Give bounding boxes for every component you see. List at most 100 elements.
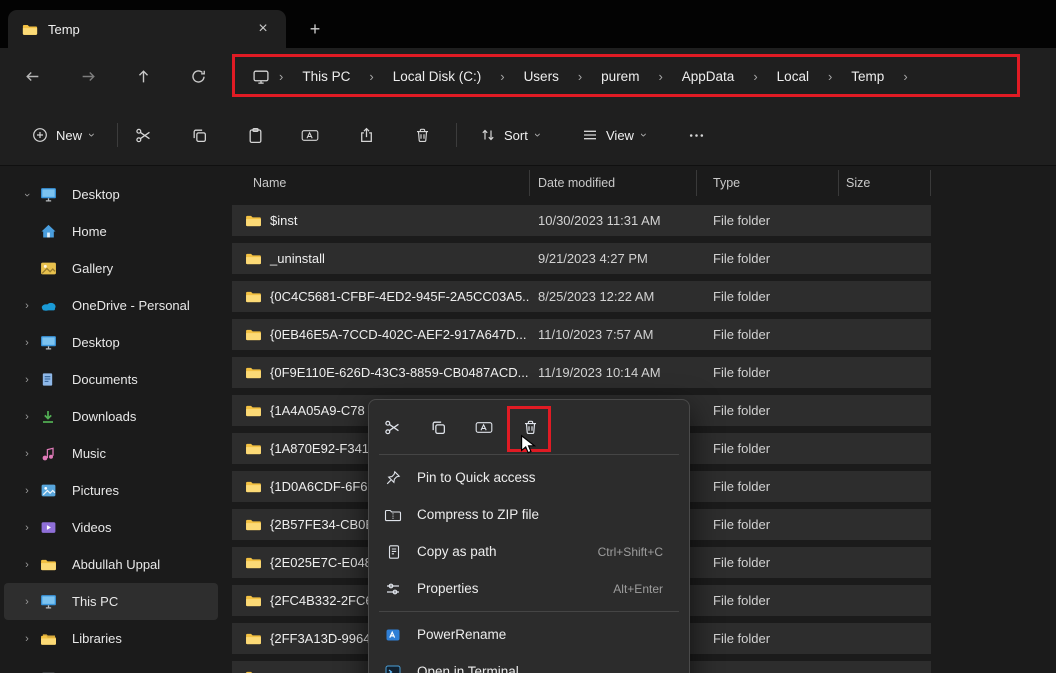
chevron-right-icon[interactable]: › (14, 559, 40, 571)
view-button[interactable]: View › (572, 118, 656, 152)
new-tab-button[interactable]: + (302, 16, 328, 42)
sidebar-item-label: Abdullah Uppal (72, 557, 161, 572)
file-name: {0F9E110E-626D-43C3-8859-CB0487ACD... (270, 365, 529, 380)
chevron-right-icon[interactable]: › (14, 374, 40, 386)
column-header-name[interactable]: Name (232, 170, 530, 196)
chevron-right-icon[interactable]: › (14, 485, 40, 497)
file-row[interactable]: $inst 10/30/2023 11:31 AM File folder (232, 205, 931, 236)
sidebar-item-music[interactable]: › Music (4, 435, 218, 472)
sidebar-item-libraries[interactable]: › Libraries (4, 620, 218, 657)
chevron-down-icon[interactable]: › (21, 182, 33, 208)
file-row[interactable]: _uninstall 9/21/2023 4:27 PM File folder (232, 243, 931, 274)
sidebar-item-label: Downloads (72, 409, 137, 424)
chevron-right-icon[interactable]: › (14, 448, 40, 460)
up-button[interactable] (123, 56, 163, 96)
sidebar-item-desktop[interactable]: › Desktop (4, 176, 218, 213)
chevron-down-icon: › (85, 133, 100, 137)
chevron-right-icon[interactable]: › (14, 411, 40, 423)
cut-icon-button[interactable] (373, 408, 411, 446)
navigation-pane: › Desktop Home Gallery › OneDrive - Pers… (0, 166, 222, 673)
sidebar-item-this-pc[interactable]: › This PC (4, 583, 218, 620)
rename-icon-button[interactable] (465, 408, 503, 446)
file-row[interactable]: {0C4C5681-CFBF-4ED2-945F-2A5CC03A5... 8/… (232, 281, 931, 312)
sidebar-item-label: This PC (72, 594, 119, 609)
tab-temp[interactable]: Temp × (8, 10, 286, 48)
context-menu-item-properties[interactable]: Properties Alt+Enter (369, 570, 689, 607)
rename-button[interactable] (290, 115, 330, 155)
sidebar-item-partial[interactable]: › (4, 657, 218, 673)
desktop-icon (40, 186, 60, 203)
file-date-modified: 11/10/2023 7:57 AM (538, 327, 654, 342)
chevron-right-icon[interactable]: › (14, 633, 40, 645)
copy-icon-button[interactable] (419, 408, 457, 446)
copy-button[interactable] (179, 115, 219, 155)
view-button-label: View (606, 127, 634, 143)
new-button[interactable]: New › (22, 118, 104, 152)
music-icon (40, 446, 60, 462)
file-row[interactable]: {0F9E110E-626D-43C3-8859-CB0487ACD... 11… (232, 357, 931, 388)
column-header-type[interactable]: Type (697, 170, 839, 196)
paste-button[interactable] (235, 115, 275, 155)
sidebar-item-label: Desktop (72, 187, 120, 202)
forward-button[interactable] (68, 56, 108, 96)
column-header-date-modified[interactable]: Date modified (530, 170, 697, 196)
back-button[interactable] (12, 56, 52, 96)
mouse-cursor (517, 433, 539, 455)
folder-icon (22, 23, 38, 36)
sidebar-item-label: Music (72, 446, 106, 461)
chevron-right-icon[interactable]: › (14, 670, 40, 673)
chevron-right-icon[interactable]: › (14, 596, 40, 608)
folder-icon (245, 252, 262, 265)
sidebar-item-label: Pictures (72, 483, 119, 498)
powerrename-icon (383, 627, 403, 643)
menu-item-label: Open in Terminal (417, 664, 519, 673)
share-button[interactable] (346, 115, 386, 155)
sidebar-item-home[interactable]: Home (4, 213, 218, 250)
file-name: $inst (270, 213, 298, 228)
file-type: File folder (713, 365, 771, 380)
folder-icon (245, 556, 262, 569)
context-menu-item-open-in-terminal[interactable]: Open in Terminal (369, 653, 689, 673)
chevron-down-icon: › (530, 133, 545, 137)
toolbar-divider (456, 123, 457, 147)
file-type: File folder (713, 289, 771, 304)
command-toolbar: New › Sort › View › (0, 104, 1056, 166)
column-header-size[interactable]: Size (839, 170, 931, 196)
sidebar-item-documents[interactable]: › Documents (4, 361, 218, 398)
sort-button[interactable]: Sort › (470, 118, 550, 152)
chevron-right-icon[interactable]: › (14, 522, 40, 534)
context-menu-item-copy-as-path[interactable]: Copy as path Ctrl+Shift+C (369, 533, 689, 570)
titlebar: Temp × + (0, 0, 1056, 48)
chevron-right-icon[interactable]: › (14, 300, 40, 312)
sidebar-item-onedrive[interactable]: › OneDrive - Personal (4, 287, 218, 324)
context-menu-item-pin-to-quick-access[interactable]: Pin to Quick access (369, 459, 689, 496)
menu-item-label: Compress to ZIP file (417, 507, 540, 522)
this-pc-icon (40, 593, 60, 610)
file-explorer-window: Temp × + › This PC › Local Disk (C:) › U… (0, 0, 1056, 673)
sidebar-item-gallery[interactable]: Gallery (4, 250, 218, 287)
sidebar-item-downloads[interactable]: › Downloads (4, 398, 218, 435)
more-options-button[interactable] (676, 115, 716, 155)
sidebar-item-desktop-2[interactable]: › Desktop (4, 324, 218, 361)
column-headers: Name Date modified Type Size (232, 170, 932, 196)
context-menu-item-powerrename[interactable]: PowerRename (369, 616, 689, 653)
annotation-box-breadcrumb (232, 54, 1020, 97)
tab-close-icon[interactable]: × (252, 18, 274, 40)
tab-title: Temp (48, 21, 80, 37)
file-row[interactable]: {0EB46E5A-7CCD-402C-AEF2-917A647D... 11/… (232, 319, 931, 350)
file-name: {1D0A6CDF-6F6 (270, 479, 368, 494)
sidebar-item-abdullah-uppal[interactable]: › Abdullah Uppal (4, 546, 218, 583)
menu-item-label: Pin to Quick access (417, 470, 536, 485)
chevron-right-icon[interactable]: › (14, 337, 40, 349)
delete-button[interactable] (402, 115, 442, 155)
context-menu-item-compress-to-zip[interactable]: Compress to ZIP file (369, 496, 689, 533)
home-icon (40, 223, 60, 240)
cut-button[interactable] (123, 115, 163, 155)
sidebar-item-videos[interactable]: › Videos (4, 509, 218, 546)
sidebar-item-pictures[interactable]: › Pictures (4, 472, 218, 509)
pictures-icon (40, 482, 60, 499)
refresh-button[interactable] (178, 56, 218, 96)
file-name: {0C4C5681-CFBF-4ED2-945F-2A5CC03A5... (270, 289, 530, 304)
menu-item-shortcut: Alt+Enter (613, 581, 663, 596)
drive-icon (40, 668, 60, 673)
